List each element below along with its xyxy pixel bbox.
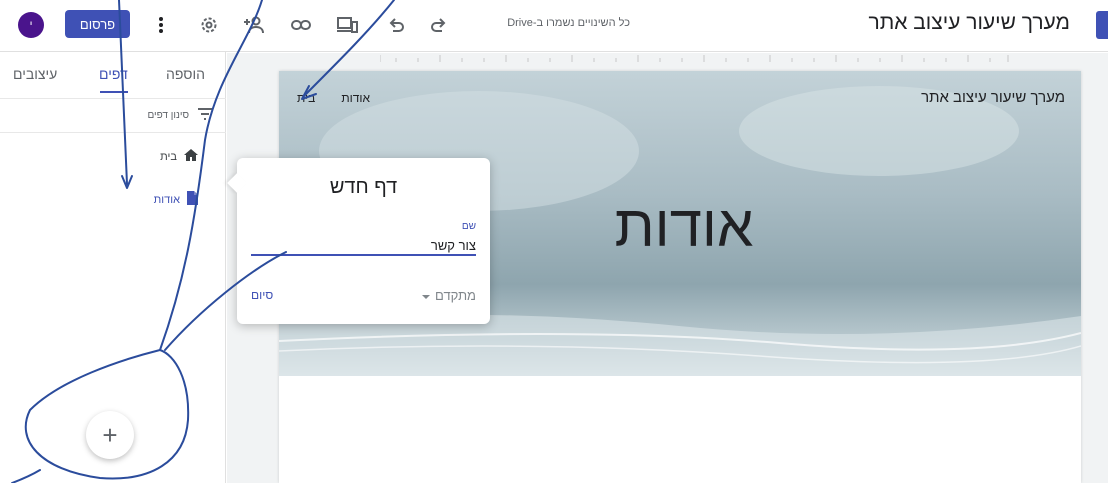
- undo-icon[interactable]: [383, 12, 409, 38]
- filter-label: סינון דפים: [147, 110, 189, 121]
- tab-themes[interactable]: עיצובים: [13, 66, 57, 82]
- home-icon: [183, 148, 199, 165]
- tab-insert[interactable]: הוספה: [166, 66, 205, 82]
- more-vert-icon[interactable]: [148, 12, 174, 38]
- dialog-title: דף חדש: [329, 176, 398, 198]
- nav-link-home[interactable]: בית: [297, 91, 315, 105]
- page-item-about[interactable]: אודות: [154, 190, 199, 209]
- new-page-dialog: דף חדש שם מתקדם סיום: [227, 158, 490, 324]
- redo-icon[interactable]: [426, 12, 452, 38]
- page-name-input[interactable]: [251, 236, 476, 256]
- publish-button[interactable]: פרסום: [65, 10, 130, 38]
- link-icon[interactable]: [288, 12, 314, 38]
- filter-pages[interactable]: סינון דפים: [147, 108, 213, 123]
- ruler: [380, 55, 1009, 62]
- page-title[interactable]: אודות: [579, 193, 789, 260]
- page-item-home[interactable]: בית: [160, 148, 199, 165]
- page-item-label: אודות: [153, 193, 180, 206]
- save-status: כל השינויים נשמרו ב-Drive: [507, 17, 630, 29]
- site-nav: אודות בית: [297, 91, 370, 105]
- advanced-toggle[interactable]: מתקדם: [421, 288, 476, 303]
- avatar[interactable]: י: [18, 12, 44, 38]
- app-window: י פרסום כל השינויים נשמרו ב-Drive מערך ש…: [0, 0, 1108, 483]
- name-field-label: שם: [461, 221, 476, 232]
- active-tab-indicator: [100, 91, 128, 93]
- divider: [0, 98, 226, 99]
- top-toolbar: י פרסום כל השינויים נשמרו ב-Drive מערך ש…: [0, 0, 1108, 52]
- page-item-label: בית: [160, 150, 177, 163]
- side-panel: הוספה דפים עיצובים סינון דפים בית אודות …: [0, 52, 226, 483]
- page-icon: [186, 190, 199, 209]
- site-name[interactable]: מערך שיעור עיצוב אתר: [921, 89, 1065, 106]
- dropdown-arrow-icon: [421, 288, 431, 303]
- sites-logo-icon[interactable]: [1096, 11, 1108, 39]
- share-person-icon[interactable]: [241, 12, 267, 38]
- tab-pages[interactable]: דפים: [99, 66, 128, 82]
- divider: [0, 132, 226, 133]
- filter-icon: [197, 108, 213, 123]
- preview-devices-icon[interactable]: [334, 12, 360, 38]
- site-title[interactable]: מערך שיעור עיצוב אתר: [869, 11, 1071, 35]
- settings-icon[interactable]: [196, 12, 222, 38]
- advanced-label: מתקדם: [435, 288, 476, 303]
- add-page-button[interactable]: +: [86, 411, 134, 459]
- nav-link-about[interactable]: אודות: [341, 91, 370, 105]
- done-button[interactable]: סיום: [251, 288, 273, 302]
